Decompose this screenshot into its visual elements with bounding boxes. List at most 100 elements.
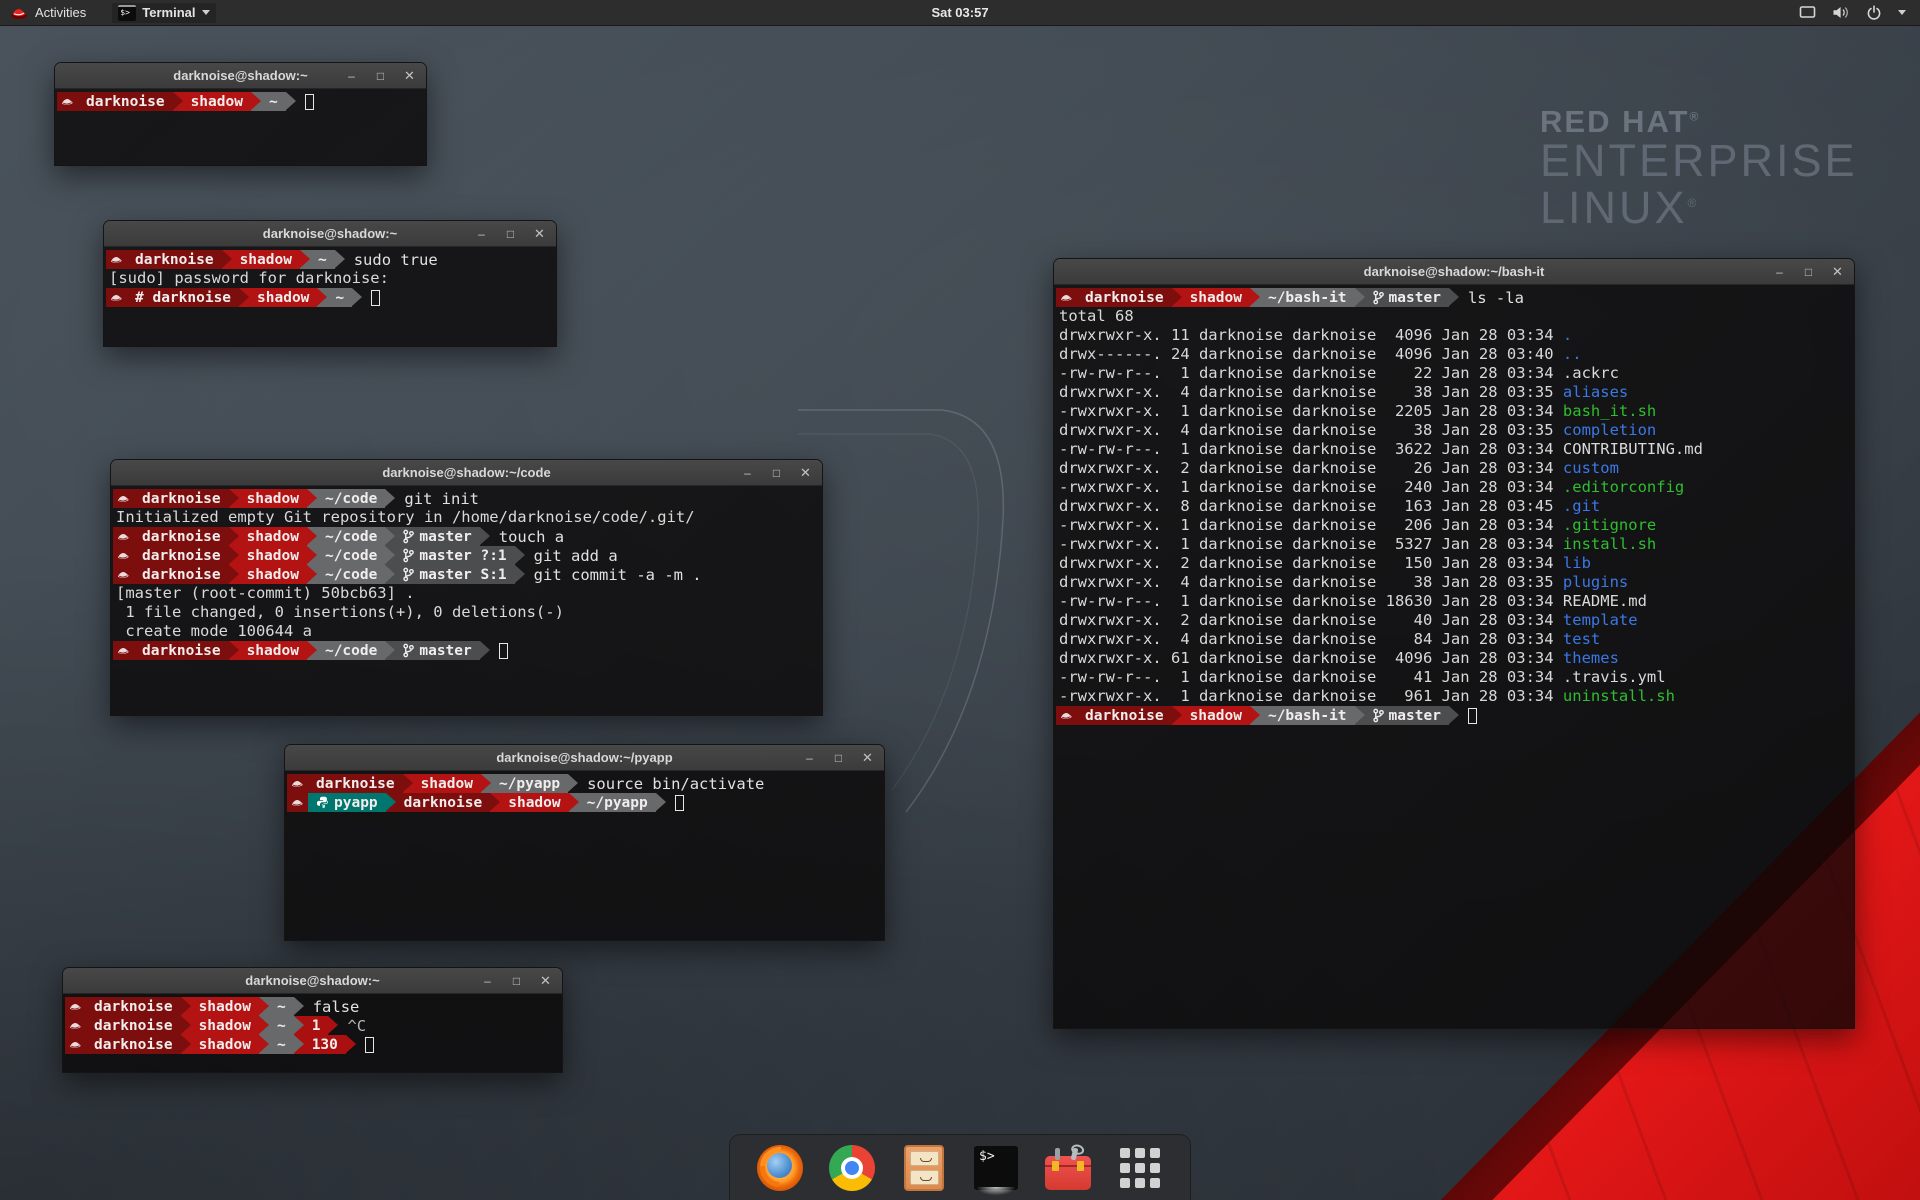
branch-icon [1373,290,1384,305]
maximize-button[interactable]: □ [374,70,387,82]
terminal-body[interactable]: darknoiseshadow~sudo true[sudo] password… [104,247,556,346]
terminal-window[interactable]: darknoise@shadow:~–□✕darknoiseshadow~fal… [62,967,563,1073]
power-icon[interactable] [1866,5,1882,21]
drawer-bottom [910,1170,939,1185]
file-row: drwxrwxr-x. 4 darknoise darknoise 38 Jan… [1056,383,1854,402]
close-button[interactable]: ✕ [1831,266,1844,278]
titlebar[interactable]: darknoise@shadow:~–□✕ [104,221,556,247]
minimize-button[interactable]: – [741,467,754,479]
dock-item-toolbox[interactable] [1044,1144,1092,1192]
minimize-button[interactable]: – [803,752,816,764]
file-name: CONTRIBUTING.md [1563,440,1703,458]
powerline-arrow [294,997,304,1016]
titlebar[interactable]: darknoise@shadow:~–□✕ [63,968,562,994]
grid-dot [1150,1148,1160,1158]
display-icon[interactable] [1799,5,1816,20]
powerline-arrow [173,92,183,111]
command-text: false [313,998,360,1016]
command-text: touch a [499,528,564,546]
close-button[interactable]: ✕ [799,467,812,479]
minimize-button[interactable]: – [481,975,494,987]
prompt-segment-user: darknoise [86,1035,181,1054]
terminal-body[interactable]: darknoiseshadow~/bash-itmasterls -latota… [1054,285,1854,1028]
terminal-cursor [305,94,314,110]
powerline-arrow [481,774,491,793]
command-text: git init [404,490,479,508]
minimize-button[interactable]: – [475,228,488,240]
clasp-right [1077,1161,1084,1171]
powerline-arrow [1172,288,1182,307]
dock-item-terminal[interactable]: $> [972,1144,1020,1192]
file-name: .gitignore [1563,516,1656,534]
command-text: ls -la [1468,289,1524,307]
terminal-window[interactable]: darknoise@shadow:~/pyapp–□✕darknoiseshad… [284,744,885,941]
dock-item-files[interactable] [900,1144,948,1192]
prompt-segment-host: shadow [249,288,317,307]
activities-button[interactable]: Activities [0,5,86,20]
close-button[interactable]: ✕ [403,70,416,82]
window-controls: – □ ✕ [741,460,812,485]
close-button[interactable]: ✕ [539,975,552,987]
minimize-button[interactable]: – [345,70,358,82]
dock-item-show-applications[interactable] [1116,1144,1164,1192]
focused-app-menu[interactable]: $> Terminal [112,3,215,23]
powerline-arrow [385,489,395,508]
titlebar[interactable]: darknoise@shadow:~/bash-it–□✕ [1054,259,1854,285]
clock[interactable]: Sat 03:57 [931,5,988,20]
file-row: drwxrwxr-x. 4 darknoise darknoise 38 Jan… [1056,573,1854,592]
terminal-body[interactable]: darknoiseshadow~/codegit initInitialized… [111,486,822,715]
chevron-down-icon[interactable] [1898,10,1906,15]
dock-item-firefox[interactable] [756,1144,804,1192]
prompt-segment-git: master [1365,706,1449,725]
powerline-arrow [229,489,239,508]
file-row: -rwxrwxr-x. 1 darknoise darknoise 240 Ja… [1056,478,1854,497]
maximize-button[interactable]: □ [510,975,523,987]
file-name: .. [1563,345,1582,363]
powerline-arrow [307,527,317,546]
titlebar[interactable]: darknoise@shadow:~/pyapp–□✕ [285,745,884,771]
drawer-top [910,1151,939,1166]
redhat-icon [57,92,78,111]
maximize-button[interactable]: □ [832,752,845,764]
dock-item-chrome[interactable] [828,1144,876,1192]
redhat-icon [65,1035,86,1054]
prompt-segment-path: ~ [327,288,352,307]
maximize-button[interactable]: □ [770,467,783,479]
file-row: -rw-rw-r--. 1 darknoise darknoise 41 Jan… [1056,668,1854,687]
prompt-segment-path: ~ [269,1016,294,1035]
prompt-segment-host: shadow [191,997,259,1016]
file-row: -rwxrwxr-x. 1 darknoise darknoise 5327 J… [1056,535,1854,554]
minimize-button[interactable]: – [1773,266,1786,278]
prompt-line: darknoiseshadow~/pyappsource bin/activat… [287,774,884,793]
titlebar[interactable]: darknoise@shadow:~–□✕ [55,63,426,89]
prompt-segment-path: ~/bash-it [1260,706,1355,725]
powerline-arrow [1449,706,1459,725]
screwdriver [1055,1148,1060,1160]
maximize-button[interactable]: □ [504,228,517,240]
terminal-window[interactable]: darknoise@shadow:~–□✕darknoiseshadow~sud… [103,220,557,347]
prompt-segment-user: darknoise [78,92,173,111]
prompt-segment-host: shadow [191,1016,259,1035]
terminal-window[interactable]: darknoise@shadow:~/code–□✕darknoiseshado… [110,459,823,716]
terminal-body[interactable]: darknoiseshadow~/pyappsource bin/activat… [285,771,884,940]
prompt-line: darknoiseshadow~/bash-itmaster [1056,706,1854,725]
volume-icon[interactable] [1832,5,1850,20]
files-icon [904,1145,944,1191]
titlebar[interactable]: darknoise@shadow:~/code–□✕ [111,460,822,486]
file-name: completion [1563,421,1656,439]
grid-dot [1135,1178,1145,1188]
terminal-body[interactable]: darknoiseshadow~falsedarknoiseshadow~1^C… [63,994,562,1072]
grid-dot [1135,1148,1145,1158]
powerline-arrow [317,288,327,307]
maximize-button[interactable]: □ [1802,266,1815,278]
prompt-segment-path: ~/code [317,641,385,660]
prompt-line: darknoiseshadow~sudo true [106,250,556,269]
system-status-area[interactable] [1799,5,1920,21]
powerline-arrow [515,546,525,565]
file-name: lib [1563,554,1591,572]
terminal-window[interactable]: darknoise@shadow:~–□✕darknoiseshadow~ [54,62,427,166]
close-button[interactable]: ✕ [533,228,546,240]
terminal-window[interactable]: darknoise@shadow:~/bash-it–□✕darknoisesh… [1053,258,1855,1029]
terminal-body[interactable]: darknoiseshadow~ [55,89,426,165]
close-button[interactable]: ✕ [861,752,874,764]
